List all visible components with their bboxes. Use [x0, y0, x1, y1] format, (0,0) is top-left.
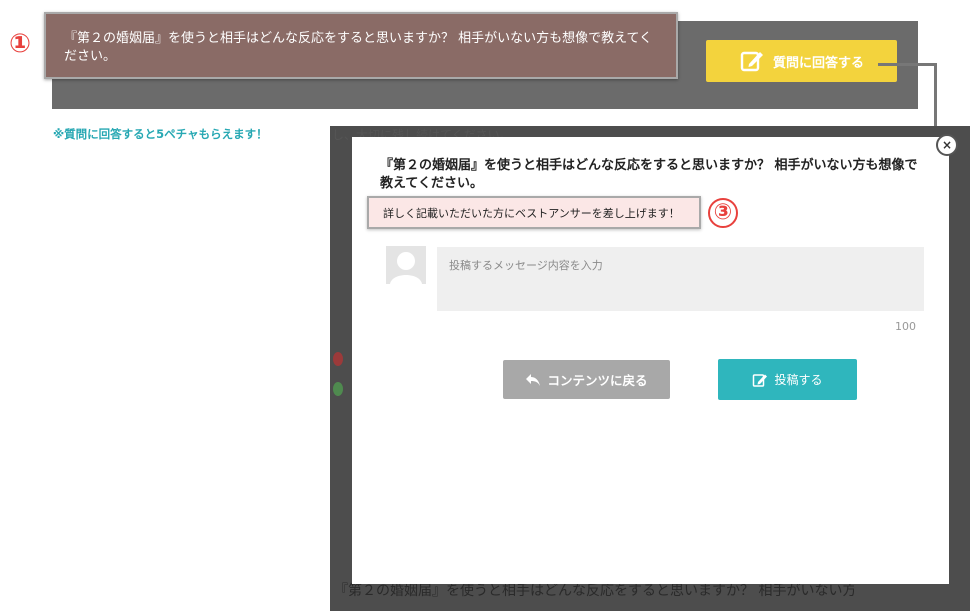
edit-icon [740, 51, 763, 72]
points-note: ※質問に回答すると5ペチャもらえます！ [53, 127, 268, 141]
question-text-box: 『第２の婚姻届』を使うと相手はどんな反応をすると思いますか？ 相手がいない方も想… [44, 12, 678, 79]
annotation-marker-1: ① [9, 29, 32, 59]
modal-question-text: 『第２の婚姻届』を使うと相手はどんな反応をすると思いますか？ 相手がいない方も想… [380, 158, 918, 191]
answer-question-button[interactable]: 質問に回答する [706, 40, 897, 82]
best-answer-note-text: 詳しく記載いただいた方にベストアンサーを差し上げます！ [383, 206, 680, 220]
post-button[interactable]: 投稿する [718, 359, 857, 400]
avatar [386, 246, 426, 284]
post-button-label: 投稿する [774, 373, 823, 387]
best-answer-note: 詳しく記載いただいた方にベストアンサーを差し上げます！ [367, 196, 701, 229]
close-modal-button[interactable]: × [936, 134, 958, 156]
back-button-label: コンテンツに戻る [547, 373, 648, 388]
question-text: 『第２の婚姻届』を使うと相手はどんな反応をすると思いますか？ 相手がいない方も想… [64, 31, 653, 64]
annotation-marker-3: ③ [708, 198, 738, 228]
message-input[interactable] [437, 247, 924, 311]
connector-line [934, 63, 937, 133]
close-icon: × [941, 138, 953, 152]
edit-icon [753, 373, 768, 387]
answer-button-label: 質問に回答する [772, 55, 864, 71]
user-silhouette-icon [386, 246, 426, 284]
background-dot [333, 382, 343, 396]
connector-line [878, 63, 936, 66]
character-counter: 100 [895, 320, 916, 333]
undo-arrow-icon [526, 373, 541, 386]
background-dot [333, 352, 343, 366]
back-to-content-button[interactable]: コンテンツに戻る [503, 360, 670, 399]
